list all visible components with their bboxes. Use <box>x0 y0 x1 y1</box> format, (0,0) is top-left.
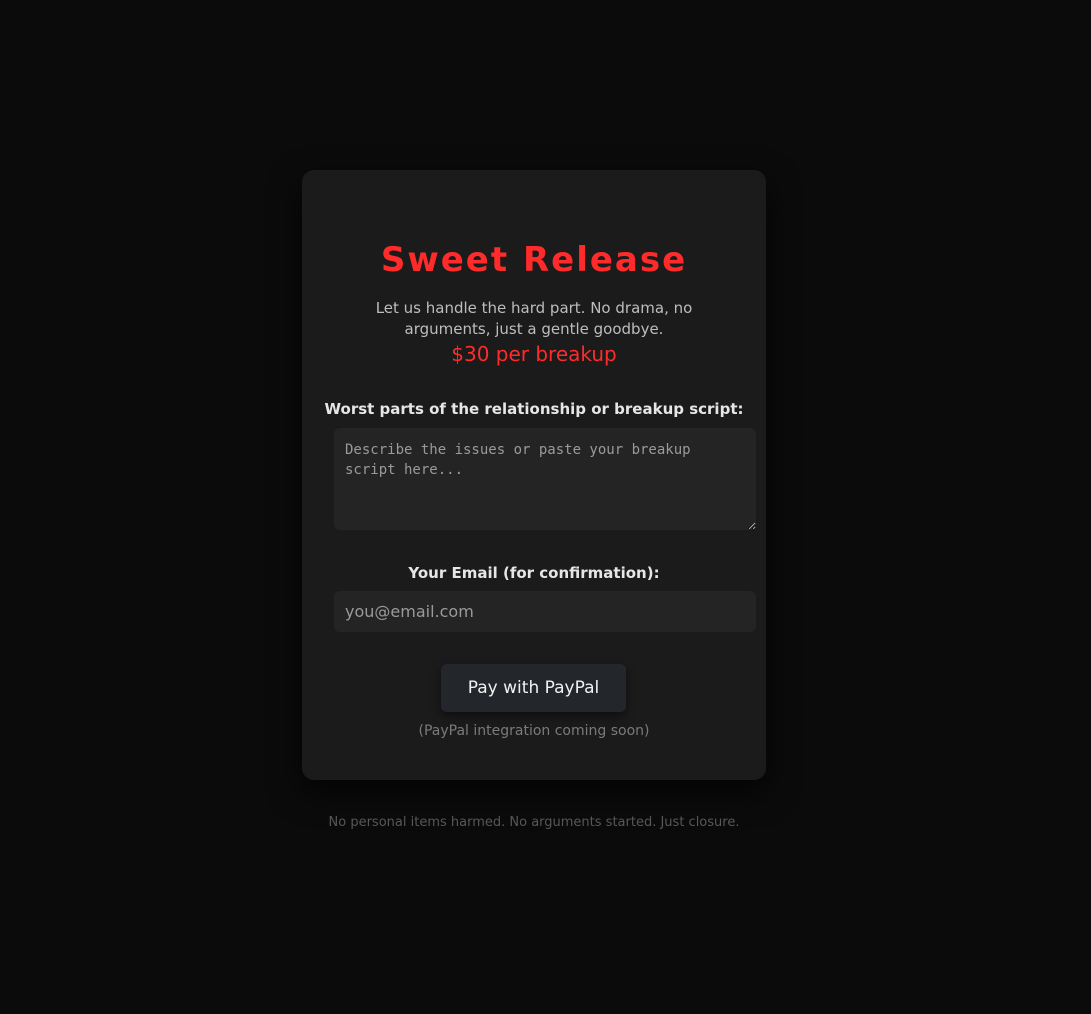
page: Sweet Release Let us handle the hard par… <box>0 0 1091 1014</box>
pay-with-paypal-button[interactable]: Pay with PayPal <box>441 664 626 712</box>
page-title: Sweet Release <box>380 240 688 280</box>
script-label: Worst parts of the relationship or break… <box>324 400 744 418</box>
paypal-note: (PayPal integration coming soon) <box>418 723 650 739</box>
tagline: Let us handle the hard part. No drama, n… <box>375 299 693 338</box>
footer-text: No personal items harmed. No arguments s… <box>328 815 740 830</box>
breakup-script-textarea[interactable] <box>334 428 756 530</box>
email-input[interactable] <box>334 591 756 632</box>
breakup-form-card: Sweet Release Let us handle the hard par… <box>302 170 766 780</box>
email-label: Your Email (for confirmation): <box>408 564 660 582</box>
price-text: $30 per breakup <box>451 342 617 366</box>
